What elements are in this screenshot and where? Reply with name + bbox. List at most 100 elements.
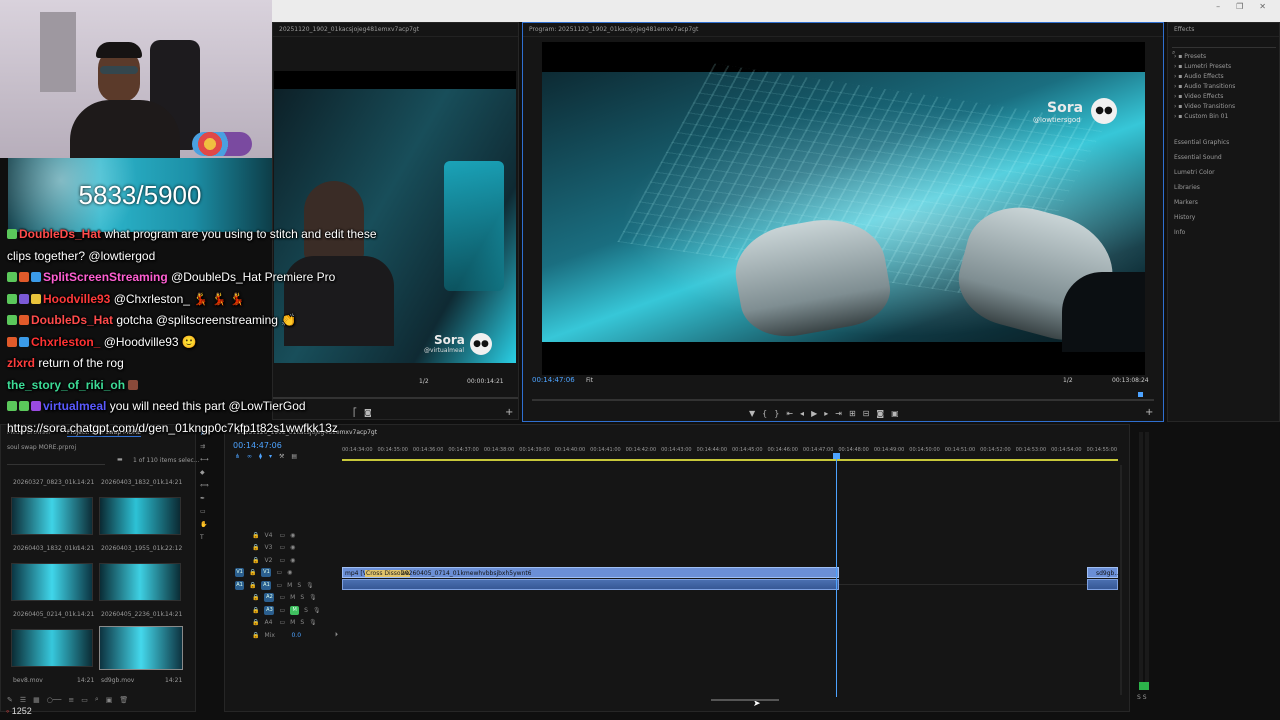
marker-icon[interactable]: ▾	[269, 453, 272, 460]
playhead-line[interactable]	[836, 455, 837, 697]
program-scrub-head[interactable]	[1138, 392, 1143, 397]
panel-tab-markers[interactable]: Markers	[1174, 199, 1229, 214]
timeline-vertical-scrollbar[interactable]	[1120, 465, 1122, 695]
snap-icon[interactable]: ⋔	[235, 453, 240, 460]
effects-tree-item[interactable]: › ▪ Lumetri Presets	[1174, 63, 1235, 73]
lock-icon[interactable]: 🔒	[252, 557, 259, 564]
lift-icon[interactable]: ⊞	[849, 409, 856, 418]
clip-thumbnail[interactable]	[11, 563, 93, 601]
export-frame-icon[interactable]: ◙	[876, 409, 884, 418]
sync-icon[interactable]: ▭	[279, 607, 285, 614]
mic-icon[interactable]: 🎙	[309, 594, 317, 601]
new-item-icon[interactable]: ▣	[106, 696, 113, 704]
mic-icon[interactable]: 🎙	[309, 619, 317, 626]
new-bin-icon[interactable]: ▬	[117, 456, 123, 463]
mark-out-icon[interactable]: }	[774, 409, 779, 418]
program-video-frame[interactable]: Sora @lowtiersgod ●●	[542, 42, 1145, 375]
razor-icon[interactable]: ◆	[200, 469, 218, 482]
source-patch-v1[interactable]: V1	[235, 568, 244, 578]
timeline-video-clip-2[interactable]: sd9gb...	[1087, 567, 1120, 578]
lock-icon[interactable]: 🔒	[252, 607, 259, 614]
mute-button[interactable]: M	[287, 582, 292, 589]
solo-buttons[interactable]: S S	[1137, 694, 1147, 701]
effects-tree-item[interactable]: › ▪ Custom Bin 01	[1174, 113, 1235, 123]
effects-search-input[interactable]: ⌕	[1172, 39, 1276, 56]
panel-tab-libraries[interactable]: Libraries	[1174, 184, 1229, 199]
program-zoom-select[interactable]: 1/2	[1063, 377, 1073, 384]
effects-tree-item[interactable]: › ▪ Video Effects	[1174, 93, 1235, 103]
clip-thumbnail[interactable]	[99, 497, 181, 535]
mix-value[interactable]: 0.0	[291, 632, 301, 639]
effects-tree-item[interactable]: › ▪ Presets	[1174, 53, 1235, 63]
lock-icon[interactable]: 🔒	[252, 632, 259, 639]
source-patch-a1[interactable]: A1	[235, 580, 244, 590]
source-add-button[interactable]: +	[505, 407, 513, 418]
rectangle-icon[interactable]: ▭	[200, 508, 218, 521]
eye-icon[interactable]: ◉	[287, 569, 292, 576]
solo-button[interactable]: S	[300, 619, 304, 626]
go-to-in-icon[interactable]: ⇤	[786, 409, 793, 418]
time-ruler[interactable]: 00:14:34:00 00:14:35:00 00:14:36:00 00:14:3…	[342, 445, 1122, 457]
timeline-audio-clip[interactable]	[342, 579, 839, 590]
effects-tree-item[interactable]: › ▪ Audio Effects	[1174, 73, 1235, 83]
panel-tab-info[interactable]: Info	[1174, 229, 1229, 244]
mic-icon[interactable]: 🎙	[313, 607, 321, 614]
track-select-icon[interactable]: ⇉	[200, 443, 218, 456]
sync-icon[interactable]: ▭	[279, 619, 285, 626]
sync-icon[interactable]: ▭	[276, 569, 282, 576]
trash-icon[interactable]: 🗑	[119, 696, 128, 704]
lock-icon[interactable]: 🔒	[252, 619, 259, 626]
sync-icon[interactable]: ▭	[279, 544, 285, 551]
sync-icon[interactable]: ▭	[279, 594, 285, 601]
timeline-timecode[interactable]: 00:14:47:06	[233, 442, 282, 449]
timeline-audio-clip-2[interactable]	[1087, 579, 1118, 590]
zoom-slider[interactable]: ○──	[47, 696, 62, 704]
slip-icon[interactable]: ⟺	[200, 482, 218, 495]
maximize-button[interactable]: ❐	[1236, 2, 1243, 11]
pen-icon[interactable]: ✒	[200, 495, 218, 508]
timeline-video-clip[interactable]: mp4 [V] Cross Dissolve 20260405_0714_01k…	[342, 567, 839, 578]
mix-end-icon[interactable]: ⏵	[335, 631, 338, 639]
program-fit-select[interactable]: Fit	[586, 377, 593, 384]
mute-button-active[interactable]: M	[290, 605, 300, 615]
mute-button[interactable]: M	[290, 594, 295, 601]
go-to-out-icon[interactable]: ⇥	[835, 409, 842, 418]
clip-thumbnail[interactable]	[11, 629, 93, 667]
wrench-icon[interactable]: ⚒	[279, 453, 284, 460]
solo-button[interactable]: S	[300, 594, 304, 601]
mark-in-icon[interactable]: {	[762, 409, 767, 418]
icon-view-icon[interactable]: ▦	[33, 696, 40, 704]
lock-icon[interactable]: 🔒	[252, 532, 259, 539]
panel-tab-essential-graphics[interactable]: Essential Graphics	[1174, 139, 1229, 154]
sync-icon[interactable]: ▭	[276, 582, 282, 589]
lock-icon[interactable]: 🔒	[252, 594, 259, 601]
timeline-horizontal-scrollbar[interactable]	[711, 699, 779, 701]
panel-tab-lumetri-color[interactable]: Lumetri Color	[1174, 169, 1229, 184]
comparison-icon[interactable]: ▣	[891, 409, 899, 418]
minimize-button[interactable]: –	[1216, 2, 1220, 11]
list-view-icon[interactable]: ☰	[20, 696, 26, 704]
lock-icon[interactable]: 🔒	[249, 582, 256, 589]
hand-icon[interactable]: ✋	[200, 521, 218, 534]
eye-icon[interactable]: ◉	[290, 532, 295, 539]
clip-thumbnail[interactable]	[11, 497, 93, 535]
extract-icon[interactable]: ⊟	[863, 409, 870, 418]
sync-icon[interactable]: ▭	[279, 532, 285, 539]
effects-tree-item[interactable]: › ▪ Audio Transitions	[1174, 83, 1235, 93]
pencil-icon[interactable]: ✎	[7, 696, 13, 704]
lock-icon[interactable]: 🔒	[249, 569, 256, 576]
project-search-input[interactable]	[7, 456, 105, 465]
eye-icon[interactable]: ◉	[290, 544, 295, 551]
find-icon[interactable]: ⌕	[95, 695, 99, 704]
play-icon[interactable]: ▶	[811, 409, 817, 418]
close-button[interactable]: ✕	[1259, 2, 1266, 11]
mute-button[interactable]: M	[290, 619, 295, 626]
program-add-button[interactable]: +	[1145, 407, 1153, 418]
step-forward-icon[interactable]: ▸	[824, 409, 828, 418]
sync-icon[interactable]: ▭	[279, 557, 285, 564]
solo-button[interactable]: S	[297, 582, 301, 589]
mic-icon[interactable]: 🎙	[306, 582, 314, 589]
panel-tab-history[interactable]: History	[1174, 214, 1229, 229]
new-bin-icon[interactable]: ▭	[81, 696, 88, 704]
clip-thumbnail-selected[interactable]	[99, 626, 183, 670]
